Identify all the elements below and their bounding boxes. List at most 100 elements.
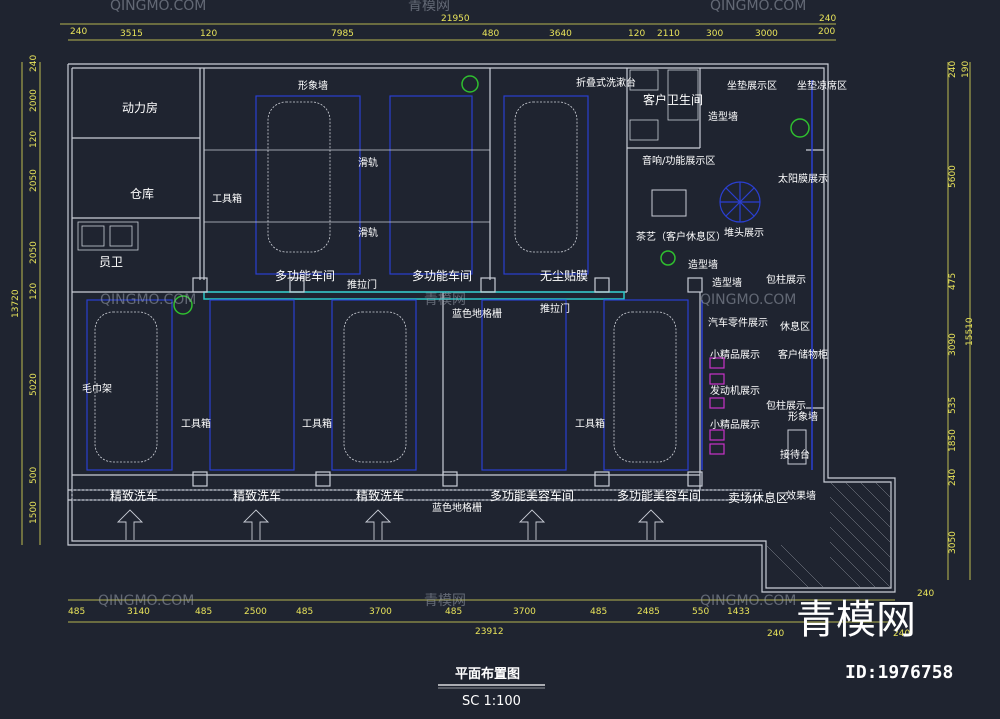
label-towel-rack: 毛巾架 <box>82 382 112 395</box>
label-tool-box-3: 工具箱 <box>575 417 605 430</box>
label-engine-display: 发动机展示 <box>710 384 760 397</box>
label-image-wall-right: 形象墙 <box>788 410 818 423</box>
bottom-dim-1: 485 <box>68 607 85 617</box>
bottom-right-dim-a: 240 <box>767 629 784 639</box>
drawing-title: 平面布置图 <box>455 666 520 682</box>
top-dim-5: 3640 <box>549 29 572 39</box>
top-dim-9: 3000 <box>755 29 778 39</box>
label-parts-display: 汽车零件展示 <box>708 316 768 329</box>
car-outlines <box>94 101 677 463</box>
top-dim-4: 480 <box>482 29 499 39</box>
entry-arrows <box>116 509 665 540</box>
right-dim-4: 535 <box>948 397 958 414</box>
wc-fixtures <box>77 69 699 251</box>
label-seat-display: 坐垫展示区 <box>727 79 777 92</box>
bottom-dim-5: 485 <box>296 607 313 617</box>
label-fine-wash-3: 精致洗车 <box>356 488 404 503</box>
right-overall-dim: 15510 <box>965 317 975 346</box>
label-image-wall-top: 形象墙 <box>298 79 328 92</box>
label-fine-wash-1: 精致洗车 <box>110 488 158 503</box>
brand-logo-text: 青模网 <box>796 597 916 643</box>
car-bays <box>86 95 689 471</box>
floor-plan: 21950 240 240 3515 120 7985 480 3640 120… <box>11 0 975 709</box>
label-multi-workshop-1: 多功能车间 <box>275 268 335 283</box>
watermark-cn: 青模网 <box>424 292 466 308</box>
left-dim-7: 5020 <box>29 373 39 396</box>
label-dust-free-film: 无尘贴膜 <box>540 269 588 283</box>
drawing-id: ID:1976758 <box>845 662 953 683</box>
columns <box>192 277 703 487</box>
label-boutique-1: 小精品展示 <box>710 348 760 361</box>
label-lounge: 休息区 <box>780 320 810 333</box>
label-customer-wc: 客户卫生间 <box>643 92 703 107</box>
left-dim-1: 240 <box>29 55 39 72</box>
label-sliding-door-1: 推拉门 <box>347 278 377 291</box>
label-pile-display: 堆头展示 <box>724 227 764 239</box>
watermark-latin: QINGMO.COM <box>98 593 194 609</box>
label-tea-area: 茶艺（客户休息区） <box>636 230 726 243</box>
left-dim-6: 120 <box>29 283 39 300</box>
bottom-dim-9: 485 <box>590 607 607 617</box>
label-audio-display: 音响/功能展示区 <box>642 154 715 167</box>
left-dim-3: 120 <box>29 131 39 148</box>
label-pillar-display-2: 包柱展示 <box>766 399 806 412</box>
right-dim-7: 3050 <box>948 531 958 554</box>
label-customer-storage: 客户储物柜 <box>778 348 828 361</box>
label-staff-wc: 员卫 <box>99 255 123 269</box>
bottom-dim-6: 3700 <box>369 607 392 617</box>
top-dim-7: 2110 <box>657 29 680 39</box>
label-boutique-2: 小精品展示 <box>710 418 760 431</box>
watermark-latin: QINGMO.COM <box>700 292 796 308</box>
blue-grate-strip-top <box>203 291 625 300</box>
right-dim-2: 475 <box>948 273 958 290</box>
label-folding-desk: 折叠式洗漱台 <box>576 76 636 89</box>
label-seat-cushion-display: 坐垫凉席区 <box>797 79 847 92</box>
drawing-scale: SC 1:100 <box>462 694 521 709</box>
right-dim-1: 5600 <box>948 165 958 188</box>
top-dim-2: 120 <box>200 29 217 39</box>
label-pillar-display-1: 包柱展示 <box>766 273 806 286</box>
label-tool-box-2: 工具箱 <box>302 417 332 430</box>
label-styling-wall-1: 造型墙 <box>708 110 738 123</box>
right-dim-6: 240 <box>948 469 958 486</box>
right-dim-5: 1850 <box>948 429 958 452</box>
left-dim-9: 1500 <box>29 501 39 524</box>
label-beauty-workshop-2: 多功能美容车间 <box>617 488 701 503</box>
right-dimensions: 240 190 5600 475 3090 535 1850 240 3050 … <box>948 61 975 554</box>
left-overall-dim: 13720 <box>11 289 21 318</box>
watermark-cn: 青模网 <box>408 0 450 14</box>
right-dim-3: 3090 <box>948 333 958 356</box>
top-dim-1: 3515 <box>120 29 143 39</box>
left-dim-8: 500 <box>29 467 39 484</box>
watermark-latin: QINGMO.COM <box>700 593 796 609</box>
label-multi-workshop-2: 多功能车间 <box>412 268 472 283</box>
label-blue-grate-top: 蓝色地格栅 <box>452 307 502 320</box>
boutique-boxes <box>709 357 725 455</box>
bottom-dim-4: 2500 <box>244 607 267 617</box>
label-styling-wall-3: 造型墙 <box>712 276 742 289</box>
top-dim-6: 120 <box>628 29 645 39</box>
top-dim-3: 7985 <box>331 29 354 39</box>
left-dim-5: 2050 <box>29 241 39 264</box>
label-tool-cabinet: 工具箱 <box>212 192 242 205</box>
top-dim-8: 300 <box>706 29 723 39</box>
label-slide-rail-2: 滑轨 <box>358 226 378 239</box>
top-dimensions: 21950 240 240 3515 120 7985 480 3640 120… <box>70 14 836 39</box>
label-fine-wash-2: 精致洗车 <box>233 488 281 503</box>
left-dim-2: 2000 <box>29 89 39 112</box>
label-power-room: 动力房 <box>122 100 158 115</box>
label-warehouse: 仓库 <box>130 186 154 201</box>
label-store-lounge: 卖场休息区 <box>728 490 788 505</box>
bottom-dim-3: 485 <box>195 607 212 617</box>
slide-rails <box>204 149 490 223</box>
drawing-title-block: 平面布置图 SC 1:100 <box>438 666 545 709</box>
right-dim-top-a: 240 <box>948 61 958 78</box>
label-styling-wall-2: 造型墙 <box>688 258 718 271</box>
right-dim-top-b: 190 <box>961 61 971 78</box>
label-sliding-door-2: 推拉门 <box>540 302 570 315</box>
label-effect-wall: 效果墙 <box>786 489 816 502</box>
top-overall-dim: 21950 <box>441 14 470 24</box>
watermark-cn: 青模网 <box>424 593 466 609</box>
left-dimensions: 240 2000 120 2050 2050 120 5020 500 1500… <box>11 55 39 524</box>
top-right-dim: 240 <box>819 14 836 24</box>
